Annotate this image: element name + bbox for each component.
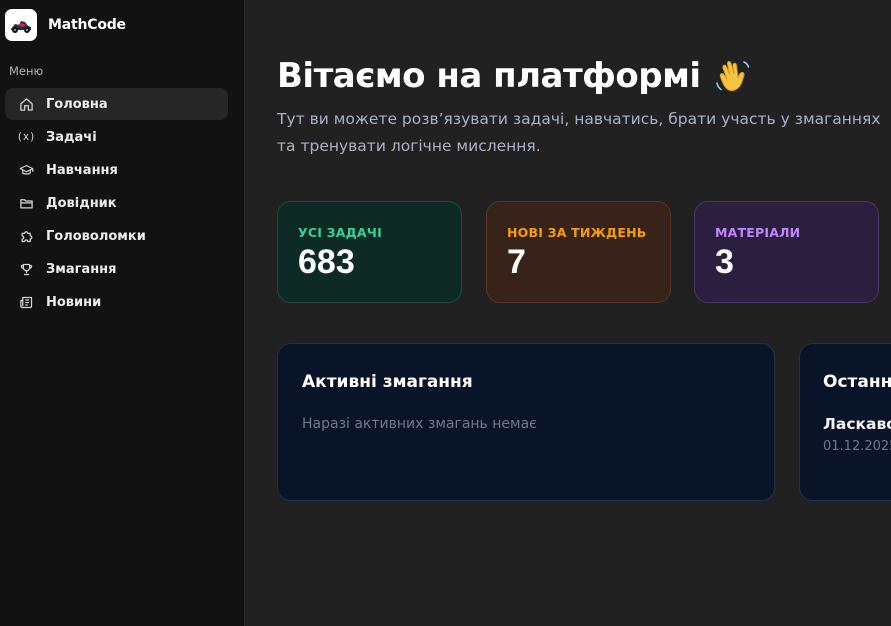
empty-state-text: Наразі активних змагань немає [302,416,537,432]
home-icon [18,96,34,112]
sidebar-item-label: Головоломки [46,228,146,244]
sidebar-item-label: Змагання [46,261,117,277]
trophy-icon [18,261,34,277]
sidebar-item-puzzles[interactable]: Головоломки [5,220,228,252]
panel-title: Активні змагання [302,372,473,392]
newspaper-icon [18,294,34,310]
app-logo [5,9,37,41]
stat-card-all-tasks[interactable]: УСІ ЗАДАЧІ 683 [277,201,462,303]
sidebar-item-label: Новини [46,294,102,310]
news-item-date: 01.12.2025 [823,439,891,454]
variable-icon: (x) [16,131,36,143]
menu-heading: Меню [9,64,44,78]
sidebar-item-tasks[interactable]: (x) Задачі [5,121,228,153]
sidebar-item-home[interactable]: Головна [5,88,228,120]
stat-card-new-this-week[interactable]: НОВІ ЗА ТИЖДЕНЬ 7 [486,201,671,303]
sidebar-item-news[interactable]: Новини [5,286,228,318]
sidebar-nav: Головна (x) Задачі Навчання Довідник Гол… [5,88,228,319]
folder-icon [18,195,34,211]
page-subtitle: Тут ви можете розв’язувати задачі, навча… [277,110,881,155]
sidebar-item-label: Навчання [46,162,118,178]
sidebar-item-label: Довідник [46,195,117,211]
puzzle-icon [18,228,34,244]
stat-value: 3 [715,243,734,281]
stat-value: 683 [298,243,355,281]
stat-label: НОВІ ЗА ТИЖДЕНЬ [507,225,647,240]
stat-label: УСІ ЗАДАЧІ [298,225,382,240]
stat-label: МАТЕРІАЛИ [715,225,801,240]
page-title: Вітаємо на платформі [277,56,701,96]
brand[interactable]: MathCode [5,9,126,41]
app-name: MathCode [48,17,126,33]
main-content: Вітаємо на платформі Тут ви можете розв’… [246,0,891,626]
sidebar-item-learning[interactable]: Навчання [5,154,228,186]
news-item-title[interactable]: Ласкаво [823,415,891,433]
sidebar-item-label: Головна [46,96,108,112]
sidebar: MathCode Меню Головна (x) Задачі Навчанн… [0,0,245,626]
sidebar-item-reference[interactable]: Довідник [5,187,228,219]
waving-hand-icon [715,61,749,92]
stat-card-materials[interactable]: МАТЕРІАЛИ 3 [694,201,879,303]
page-header: Вітаємо на платформі [277,56,753,96]
sidebar-item-label: Задачі [46,129,97,145]
latest-news-panel: Останні Ласкаво 01.12.2025 [799,343,891,501]
graduation-cap-icon [18,162,34,178]
active-contests-panel: Активні змагання Наразі активних змагань… [277,343,775,501]
panel-title: Останні [823,372,891,392]
sidebar-item-contests[interactable]: Змагання [5,253,228,285]
stat-value: 7 [507,243,526,281]
